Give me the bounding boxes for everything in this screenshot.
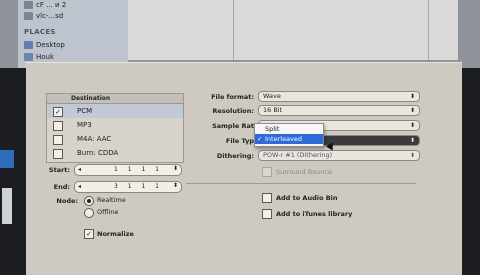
home-icon (24, 53, 33, 61)
chevron-left-icon: ◂ (78, 183, 82, 190)
normalize-checkbox[interactable]: ✓ (84, 229, 94, 239)
file-type-menu: Split ✓ Interleaved (254, 123, 324, 147)
sidebar-item-device-2[interactable]: vlc-...sd (18, 11, 63, 22)
add-to-audio-bin-checkbox[interactable] (262, 193, 272, 203)
disk-icon (24, 1, 33, 9)
finder-column-view (128, 0, 458, 60)
finder-sidebar: ᴄF ... ᴎ 2 vlc-...sd PLACES Desktop Houk (18, 0, 128, 68)
destination-row-m4a[interactable]: M4A: AAC (47, 132, 183, 146)
bounce-dialog: Destination ✓ PCM MP3 M4A: AAC Burn: CDD… (26, 62, 462, 275)
checkmark-icon: ✓ (257, 135, 263, 143)
add-to-itunes-checkbox[interactable] (262, 209, 272, 219)
stepper-arrows-icon[interactable]: ⬍ (173, 181, 178, 191)
add-to-itunes-label: Add to iTunes library (276, 210, 353, 218)
finder-window: ᴄF ... ᴎ 2 vlc-...sd PLACES Desktop Houk (0, 0, 480, 68)
file-format-label: File format: (211, 93, 254, 101)
background-window-fragment (0, 150, 14, 168)
destination-row-pcm[interactable]: ✓ PCM (47, 104, 183, 118)
sample-rate-label: Sample Rat (212, 122, 254, 130)
file-format-popup[interactable]: Wave ⬍ (258, 91, 420, 102)
node-label: Node: (56, 197, 78, 205)
normalize-label: Normalize (97, 230, 134, 238)
resolution-popup[interactable]: 16 Bit ⬍ (258, 105, 420, 116)
mp3-checkbox[interactable] (53, 121, 63, 131)
column-divider (428, 0, 429, 60)
destination-table: Destination ✓ PCM MP3 M4A: AAC Burn: CDD… (46, 93, 184, 163)
desktop-icon (24, 41, 33, 49)
start-label: Start: (48, 166, 70, 174)
popup-arrows-icon: ⬍ (409, 137, 415, 144)
pcm-checkbox[interactable]: ✓ (53, 107, 63, 117)
offline-label: Offline (97, 208, 119, 216)
destination-row-cdda[interactable]: Burn: CDDA (47, 146, 183, 160)
file-type-label: File Typ (225, 137, 254, 145)
dithering-label: Dithering: (216, 152, 254, 160)
popup-arrows-icon: ⬍ (409, 152, 415, 159)
popup-arrows-icon: ⬍ (409, 122, 415, 129)
dithering-popup[interactable]: POW-r #1 (Dithering) ⬍ (258, 150, 420, 161)
realtime-radio[interactable] (84, 196, 94, 206)
destination-row-mp3[interactable]: MP3 (47, 118, 183, 132)
popup-arrows-icon: ⬍ (409, 107, 415, 114)
background-window-fragment (2, 188, 12, 224)
end-stepper[interactable]: ◂ 3 1 1 1 ⬍ (74, 181, 182, 193)
end-label: End: (53, 183, 70, 191)
destination-panel: Destination ✓ PCM MP3 M4A: AAC Burn: CDD… (42, 73, 184, 261)
sidebar-item-desktop[interactable]: Desktop (18, 40, 65, 51)
menu-item-split[interactable]: Split (255, 124, 323, 134)
chevron-left-icon: ◂ (78, 166, 82, 173)
format-panel: File format: Wave ⬍ Resolution: 16 Bit ⬍… (186, 87, 436, 257)
places-header: PLACES (24, 28, 56, 36)
m4a-checkbox[interactable] (53, 135, 63, 145)
disk-icon (24, 12, 33, 20)
menu-item-interleaved[interactable]: ✓ Interleaved (255, 134, 323, 144)
realtime-label: Realtime (97, 196, 126, 204)
offline-radio[interactable] (84, 208, 94, 218)
column-divider (233, 0, 234, 60)
stepper-arrows-icon[interactable]: ⬍ (173, 164, 178, 174)
start-stepper[interactable]: ◂ 1 1 1 1 ⬍ (74, 164, 182, 176)
surround-bounce-label: Surround Bounce (276, 168, 332, 176)
add-to-audio-bin-label: Add to Audio Bin (276, 194, 338, 202)
sidebar-item-device-1[interactable]: ᴄF ... ᴎ 2 (18, 0, 66, 11)
resolution-label: Resolution: (212, 107, 254, 115)
surround-bounce-checkbox[interactable] (262, 167, 272, 177)
cdda-checkbox[interactable] (53, 149, 63, 159)
popup-arrows-icon: ⬍ (409, 93, 415, 100)
destination-header: Destination (47, 94, 183, 104)
section-divider (186, 183, 416, 184)
